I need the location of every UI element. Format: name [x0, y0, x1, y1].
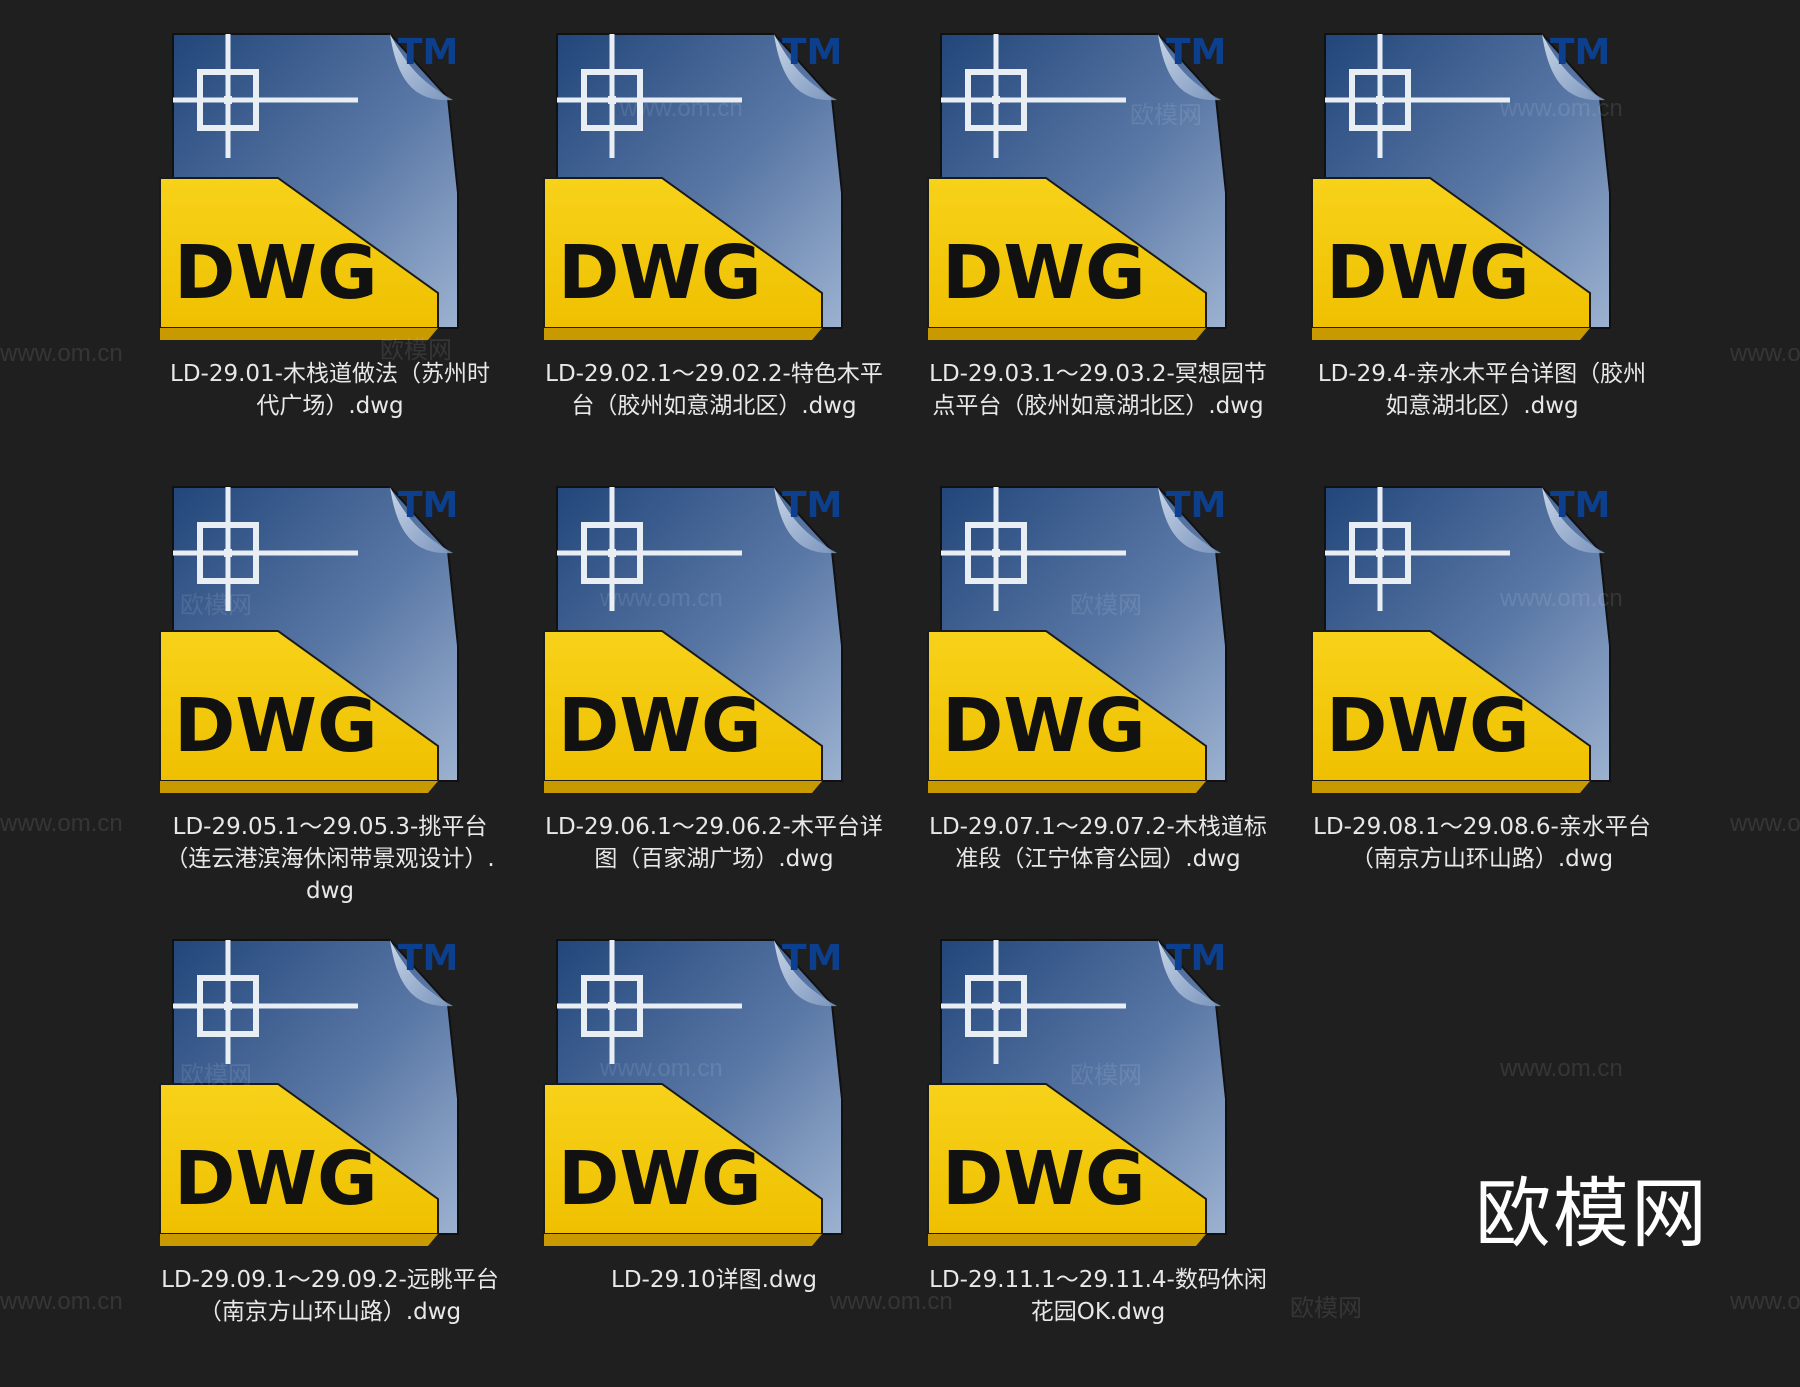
- dwg-badge-text: DWG: [942, 1136, 1146, 1222]
- watermark-text: www.om.cn: [1730, 340, 1800, 367]
- file-item[interactable]: TM DWG LD-29.11.1～29.11.4-数码休闲花园OK.dwg: [926, 934, 1310, 1387]
- dwg-file-icon[interactable]: TM DWG: [926, 481, 1236, 811]
- file-item[interactable]: TM DWG LD-29.03.1～29.03.2-冥想园节点平台（胶州如意湖北区…: [926, 28, 1310, 481]
- trademark-label: TM: [1166, 485, 1226, 526]
- file-item[interactable]: TM DWG LD-29.08.1～29.08.6-亲水平台（南京方山环山路）.d…: [1310, 481, 1694, 934]
- trademark-label: TM: [1166, 32, 1226, 73]
- dwg-file-icon[interactable]: TM DWG: [1310, 481, 1620, 811]
- trademark-label: TM: [398, 485, 458, 526]
- dwg-badge-text: DWG: [174, 230, 378, 316]
- watermark-text: www.om.cn: [0, 810, 123, 837]
- trademark-label: TM: [782, 938, 842, 979]
- file-name-label[interactable]: LD-29.09.1～29.09.2-远眺平台（南京方山环山路）.dwg: [160, 1264, 500, 1328]
- dwg-file-icon[interactable]: TM DWG: [158, 481, 468, 811]
- file-item[interactable]: TM DWG LD-29.07.1～29.07.2-木栈道标准段（江宁体育公园）.…: [926, 481, 1310, 934]
- file-name-label[interactable]: LD-29.05.1～29.05.3-挑平台（连云港滨海休闲带景观设计）.dwg: [160, 811, 500, 907]
- watermark-text: www.om.cn: [0, 340, 123, 367]
- file-item[interactable]: TM DWG LD-29.4-亲水木平台详图（胶州如意湖北区）.dwg: [1310, 28, 1694, 481]
- file-name-label[interactable]: LD-29.03.1～29.03.2-冥想园节点平台（胶州如意湖北区）.dwg: [928, 358, 1268, 422]
- dwg-file-icon[interactable]: TM DWG: [542, 481, 852, 811]
- dwg-badge-text: DWG: [942, 683, 1146, 769]
- file-name-label[interactable]: LD-29.4-亲水木平台详图（胶州如意湖北区）.dwg: [1312, 358, 1652, 422]
- watermark-text: www.om.cn: [1730, 810, 1800, 837]
- file-name-label[interactable]: LD-29.01-木栈道做法（苏州时代广场）.dwg: [160, 358, 500, 422]
- watermark-text: www.om.cn: [1730, 1288, 1800, 1315]
- file-name-label[interactable]: LD-29.08.1～29.08.6-亲水平台（南京方山环山路）.dwg: [1312, 811, 1652, 875]
- dwg-file-icon[interactable]: TM DWG: [542, 28, 852, 358]
- file-item[interactable]: TM DWG LD-29.10详图.dwg: [542, 934, 926, 1387]
- file-grid: TM DWG LD-29.01-木栈道做法（苏州时代广场）.dwg TM DWG…: [158, 28, 1698, 1387]
- watermark-logo: 欧模网: [1475, 1169, 1709, 1258]
- trademark-label: TM: [398, 938, 458, 979]
- trademark-label: TM: [1550, 32, 1610, 73]
- watermark-text: www.om.cn: [0, 1288, 123, 1315]
- dwg-badge-text: DWG: [558, 683, 762, 769]
- file-item[interactable]: TM DWG LD-29.02.1～29.02.2-特色木平台（胶州如意湖北区）.…: [542, 28, 926, 481]
- file-name-label[interactable]: LD-29.11.1～29.11.4-数码休闲花园OK.dwg: [928, 1264, 1268, 1328]
- dwg-badge-text: DWG: [174, 683, 378, 769]
- dwg-badge-text: DWG: [1326, 230, 1530, 316]
- file-item[interactable]: TM DWG LD-29.06.1～29.06.2-木平台详图（百家湖广场）.dw…: [542, 481, 926, 934]
- dwg-file-icon[interactable]: TM DWG: [158, 934, 468, 1264]
- dwg-file-icon[interactable]: TM DWG: [158, 28, 468, 358]
- file-item[interactable]: TM DWG LD-29.01-木栈道做法（苏州时代广场）.dwg: [158, 28, 542, 481]
- dwg-file-icon[interactable]: TM DWG: [926, 934, 1236, 1264]
- file-name-label[interactable]: LD-29.07.1～29.07.2-木栈道标准段（江宁体育公园）.dwg: [928, 811, 1268, 875]
- trademark-label: TM: [398, 32, 458, 73]
- dwg-badge-text: DWG: [558, 1136, 762, 1222]
- file-name-label[interactable]: LD-29.10详图.dwg: [544, 1264, 884, 1296]
- dwg-file-icon[interactable]: TM DWG: [1310, 28, 1620, 358]
- dwg-badge-text: DWG: [174, 1136, 378, 1222]
- trademark-label: TM: [782, 485, 842, 526]
- dwg-badge-text: DWG: [942, 230, 1146, 316]
- trademark-label: TM: [1550, 485, 1610, 526]
- trademark-label: TM: [782, 32, 842, 73]
- dwg-badge-text: DWG: [1326, 683, 1530, 769]
- dwg-badge-text: DWG: [558, 230, 762, 316]
- dwg-file-icon[interactable]: TM DWG: [542, 934, 852, 1264]
- trademark-label: TM: [1166, 938, 1226, 979]
- file-item[interactable]: TM DWG LD-29.05.1～29.05.3-挑平台（连云港滨海休闲带景观设…: [158, 481, 542, 934]
- dwg-file-icon[interactable]: TM DWG: [926, 28, 1236, 358]
- file-item[interactable]: TM DWG LD-29.09.1～29.09.2-远眺平台（南京方山环山路）.d…: [158, 934, 542, 1387]
- file-name-label[interactable]: LD-29.02.1～29.02.2-特色木平台（胶州如意湖北区）.dwg: [544, 358, 884, 422]
- file-name-label[interactable]: LD-29.06.1～29.06.2-木平台详图（百家湖广场）.dwg: [544, 811, 884, 875]
